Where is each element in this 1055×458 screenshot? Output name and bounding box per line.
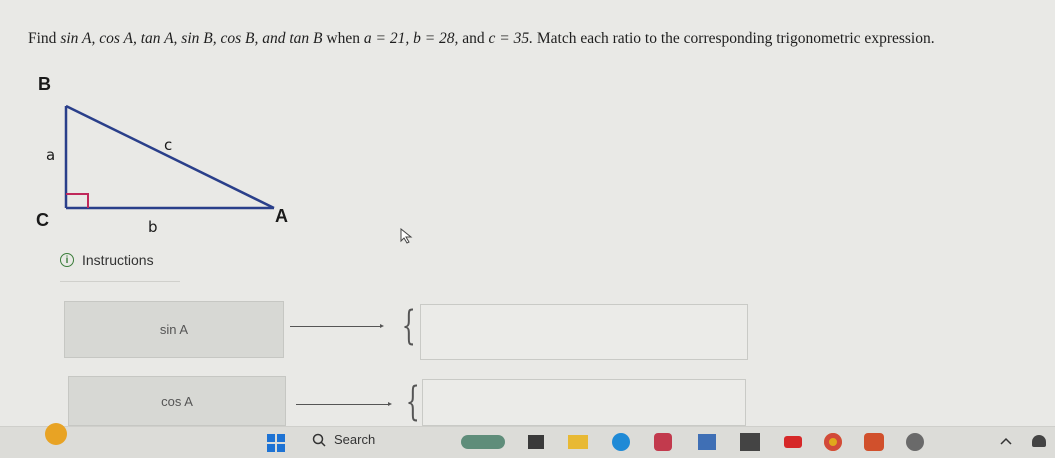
edge-icon[interactable] <box>612 433 630 451</box>
search-label: Search <box>334 432 376 447</box>
info-icon: i <box>60 253 74 267</box>
question-when: when <box>326 30 360 47</box>
search-icon <box>312 433 326 447</box>
side-a-label: a <box>46 146 56 164</box>
side-b-label: b <box>148 218 158 236</box>
mouse-cursor-icon <box>400 228 413 244</box>
notification-icon[interactable] <box>1032 435 1046 447</box>
question-prefix: Find <box>28 30 57 47</box>
ratio-card-sin-a[interactable]: sin A <box>64 301 284 358</box>
youtube-icon[interactable] <box>784 436 802 448</box>
ratio-card-cos-a[interactable]: cos A <box>68 376 286 426</box>
chrome-icon[interactable] <box>824 433 842 451</box>
answer-dropzone-cos-a[interactable] <box>422 379 746 426</box>
question-text: Find sin A, cos A, tan A, sin B, cos B, … <box>28 30 1043 48</box>
ratio-label: sin A <box>159 322 189 337</box>
question-instruction: Match each ratio to the corresponding tr… <box>536 30 935 47</box>
answer-dropzone-sin-a[interactable] <box>420 304 748 360</box>
instructions-label: Instructions <box>82 252 154 268</box>
question-and: and <box>462 30 485 47</box>
widgets-icon[interactable] <box>460 433 506 451</box>
brace-icon: { <box>405 379 420 425</box>
match-connector <box>290 324 384 328</box>
chevron-up-icon[interactable] <box>1000 437 1012 445</box>
divider <box>60 281 180 282</box>
photo-icon[interactable] <box>654 433 672 451</box>
match-connector <box>296 402 392 406</box>
vertex-a-label: A <box>275 206 288 226</box>
question-values-ab: a = 21, b = 28, <box>363 30 459 47</box>
taskbar <box>0 423 1055 458</box>
right-triangle-diagram <box>64 104 275 210</box>
vertex-c-label: C <box>36 210 49 230</box>
question-value-c: c = 35. <box>488 30 534 47</box>
brace-icon: { <box>401 303 416 349</box>
store-icon[interactable] <box>698 434 716 450</box>
settings-icon[interactable] <box>906 433 924 451</box>
vertex-b-label: B <box>38 74 51 94</box>
instructions-toggle[interactable]: i Instructions <box>60 252 154 268</box>
office-icon[interactable] <box>864 433 884 451</box>
terminal-icon[interactable] <box>528 435 544 449</box>
question-functions: sin A, cos A, tan A, sin B, cos B, and t… <box>60 30 323 47</box>
taskbar-search[interactable]: Search <box>312 432 375 447</box>
weather-icon[interactable] <box>45 423 67 445</box>
side-c-label: c <box>164 136 173 154</box>
ratio-label: cos A <box>161 393 193 409</box>
xbox-icon[interactable] <box>740 433 760 451</box>
windows-start-icon[interactable] <box>266 433 286 453</box>
file-explorer-icon[interactable] <box>568 435 588 449</box>
